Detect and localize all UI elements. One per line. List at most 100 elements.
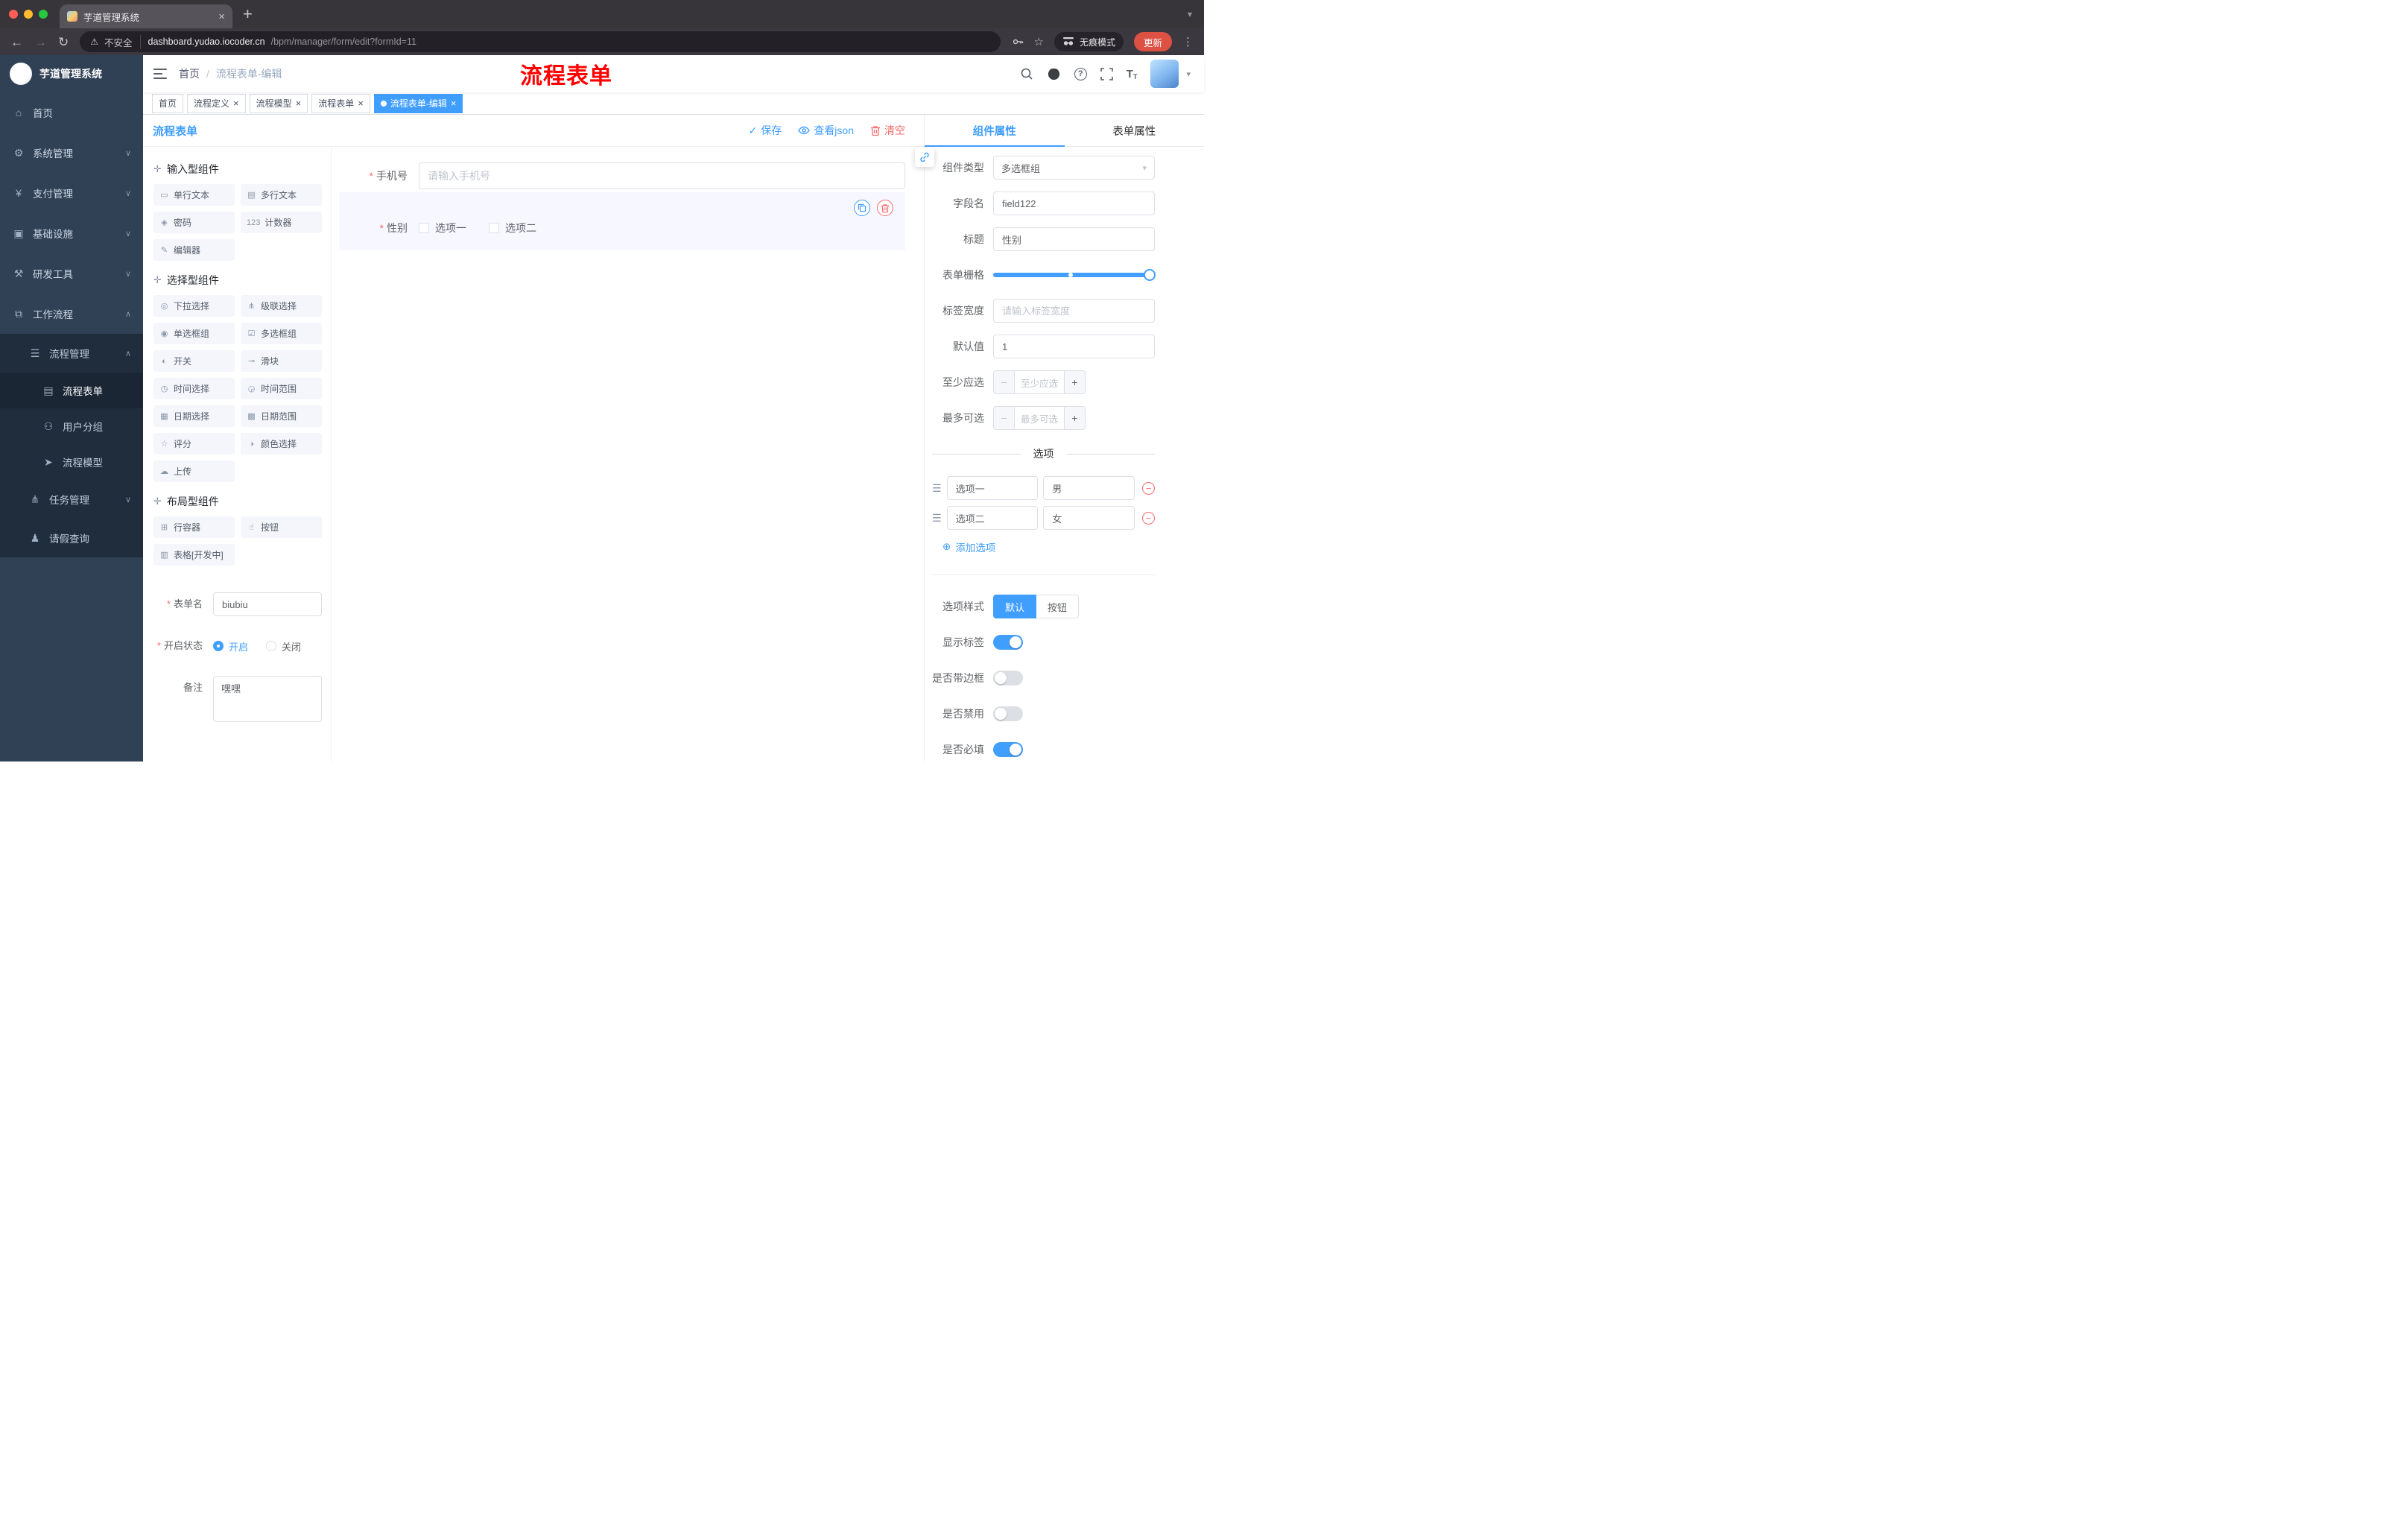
minus-button[interactable]: − xyxy=(994,407,1015,429)
avatar[interactable] xyxy=(1150,60,1179,88)
palette-item[interactable]: ◈ 密码 xyxy=(153,212,235,233)
remove-option-button[interactable]: − xyxy=(1142,481,1155,495)
disabled-switch[interactable] xyxy=(993,706,1023,721)
max-select-value[interactable]: 最多可选 xyxy=(1015,407,1064,429)
search-tabs-chevron-icon[interactable]: ▾ xyxy=(1188,9,1192,19)
palette-item[interactable]: ◐ 开关 xyxy=(153,350,235,372)
checkbox-option-2[interactable]: 选项二 xyxy=(489,221,536,235)
tag-流程表单-编辑[interactable]: 流程表单-编辑 × xyxy=(373,93,463,113)
checkbox-option-1[interactable]: 选项一 xyxy=(419,221,466,235)
palette-item[interactable]: ✎ 编辑器 xyxy=(153,239,235,261)
view-json-button[interactable]: 查看json xyxy=(798,123,854,138)
link-button[interactable] xyxy=(915,148,934,167)
fullscreen-icon[interactable] xyxy=(1100,67,1113,80)
forward-icon[interactable]: → xyxy=(34,36,47,48)
font-size-icon[interactable]: TT xyxy=(1127,68,1138,80)
bookmark-star-icon[interactable]: ☆ xyxy=(1034,35,1044,48)
palette-item[interactable]: ⊸ 滑块 xyxy=(241,350,322,372)
delete-widget-button[interactable] xyxy=(877,200,893,216)
required-switch[interactable] xyxy=(993,742,1023,757)
tag-width-input[interactable] xyxy=(993,299,1155,323)
sidebar-item-devtools[interactable]: ⚒ 研发工具 ∨ xyxy=(0,253,143,294)
widget-phone[interactable]: * 手机号 xyxy=(339,162,905,189)
remove-option-button[interactable]: − xyxy=(1142,511,1155,525)
grid-slider[interactable] xyxy=(993,263,1156,287)
sidebar-item-payment[interactable]: ¥ 支付管理 ∨ xyxy=(0,173,143,213)
checkbox-icon[interactable] xyxy=(489,223,499,233)
palette-item[interactable]: ☑ 多选框组 xyxy=(241,323,322,344)
sidebar-item-task-mgmt[interactable]: ⋔ 任务管理 ∨ xyxy=(0,480,143,519)
hamburger-icon[interactable] xyxy=(143,69,177,79)
save-button[interactable]: ✓ 保存 xyxy=(749,123,782,138)
minus-button[interactable]: − xyxy=(994,371,1015,393)
status-on-radio[interactable]: 开启 xyxy=(213,639,248,653)
sidebar-item-workflow[interactable]: ⧉ 工作流程 ∧ xyxy=(0,294,143,334)
palette-item[interactable]: ◎ 下拉选择 xyxy=(153,295,235,317)
breadcrumb-home[interactable]: 首页 xyxy=(179,66,200,81)
reload-icon[interactable]: ↻ xyxy=(58,36,69,48)
add-option-button[interactable]: ⊕ 添加选项 xyxy=(942,539,1155,555)
checkbox-icon[interactable] xyxy=(419,223,429,233)
password-key-icon[interactable] xyxy=(1012,36,1024,48)
show-label-switch[interactable] xyxy=(993,635,1023,650)
tag-close-icon[interactable]: × xyxy=(233,98,239,108)
browser-menu-icon[interactable]: ⋮ xyxy=(1182,35,1194,48)
option-2-value-input[interactable] xyxy=(1043,506,1135,530)
slider-handle[interactable] xyxy=(1144,269,1156,281)
sidebar-item-process-form[interactable]: ▤ 流程表单 xyxy=(0,373,143,408)
slider-track[interactable] xyxy=(993,269,1156,281)
back-icon[interactable]: ← xyxy=(10,36,23,48)
style-button-button[interactable]: 按钮 xyxy=(1036,595,1080,618)
option-1-label-input[interactable] xyxy=(946,476,1039,500)
option-1-value-input[interactable] xyxy=(1043,476,1135,500)
palette-item[interactable]: ☝ 按钮 xyxy=(241,516,322,538)
palette-item[interactable]: ◷ 时间选择 xyxy=(153,378,235,399)
tag-close-icon[interactable]: × xyxy=(451,98,457,108)
palette-item[interactable]: ⋔ 级联选择 xyxy=(241,295,322,317)
maximize-window-button[interactable] xyxy=(39,10,48,19)
min-select-value[interactable]: 至少应选 xyxy=(1015,371,1064,393)
tab-form-props[interactable]: 表单属性 xyxy=(1065,115,1205,146)
field-name-input[interactable] xyxy=(993,191,1155,215)
drag-handle-icon[interactable]: ☰ xyxy=(932,482,942,495)
tag-流程定义[interactable]: 流程定义 × xyxy=(187,93,246,113)
sidebar-item-infra[interactable]: ▣ 基础设施 ∨ xyxy=(0,213,143,253)
border-switch[interactable] xyxy=(993,671,1023,685)
github-icon[interactable] xyxy=(1047,67,1061,81)
browser-update-button[interactable]: 更新 xyxy=(1133,32,1172,51)
sidebar-item-process-mgmt[interactable]: ☰ 流程管理 ∧ xyxy=(0,334,143,373)
help-icon[interactable]: ? xyxy=(1074,67,1087,80)
remark-textarea[interactable]: 嘿嘿 xyxy=(213,676,322,722)
palette-item[interactable]: 123 计数器 xyxy=(241,212,322,233)
palette-item[interactable]: ⊞ 行容器 xyxy=(153,516,235,538)
palette-item[interactable]: ☁ 上传 xyxy=(153,460,235,482)
tab-close-icon[interactable]: × xyxy=(218,10,225,23)
new-tab-button[interactable]: + xyxy=(243,6,253,22)
minimize-window-button[interactable] xyxy=(24,10,33,19)
status-off-radio[interactable]: 关闭 xyxy=(266,639,301,653)
form-canvas[interactable]: *手机号 *性别 选项一 xyxy=(332,147,924,762)
palette-item[interactable]: ▭ 单行文本 xyxy=(153,184,235,206)
style-default-button[interactable]: 默认 xyxy=(993,595,1037,618)
tag-close-icon[interactable]: × xyxy=(296,98,302,108)
sidebar-item-home[interactable]: ⌂ 首页 xyxy=(0,92,143,133)
palette-item[interactable]: ◉ 单选框组 xyxy=(153,323,235,344)
tag-流程表单[interactable]: 流程表单 × xyxy=(311,93,370,113)
close-window-button[interactable] xyxy=(9,10,18,19)
component-type-select[interactable]: 多选框组 ▾ xyxy=(993,156,1155,180)
default-value-input[interactable] xyxy=(993,335,1155,358)
clear-button[interactable]: 清空 xyxy=(870,123,905,138)
tag-首页[interactable]: 首页 xyxy=(152,93,184,113)
browser-tab[interactable]: 芋道管理系统 × xyxy=(60,4,232,28)
title-input[interactable] xyxy=(993,227,1155,251)
palette-item[interactable]: ☆ 评分 xyxy=(153,433,235,455)
sidebar-item-user-group[interactable]: ⚇ 用户分组 xyxy=(0,408,143,444)
form-name-input[interactable] xyxy=(213,592,322,616)
url-input[interactable]: ⚠ 不安全 dashboard.yudao.iocoder.cn/bpm/man… xyxy=(80,31,1001,52)
sidebar-item-leave-query[interactable]: ♟ 请假查询 xyxy=(0,519,143,557)
palette-item[interactable]: ▥ 表格[开发中] xyxy=(153,544,235,566)
palette-item[interactable]: ▤ 多行文本 xyxy=(241,184,322,206)
option-2-label-input[interactable] xyxy=(946,506,1039,530)
drag-handle-icon[interactable]: ☰ xyxy=(932,512,942,525)
sidebar-item-system[interactable]: ⚙ 系统管理 ∨ xyxy=(0,133,143,173)
